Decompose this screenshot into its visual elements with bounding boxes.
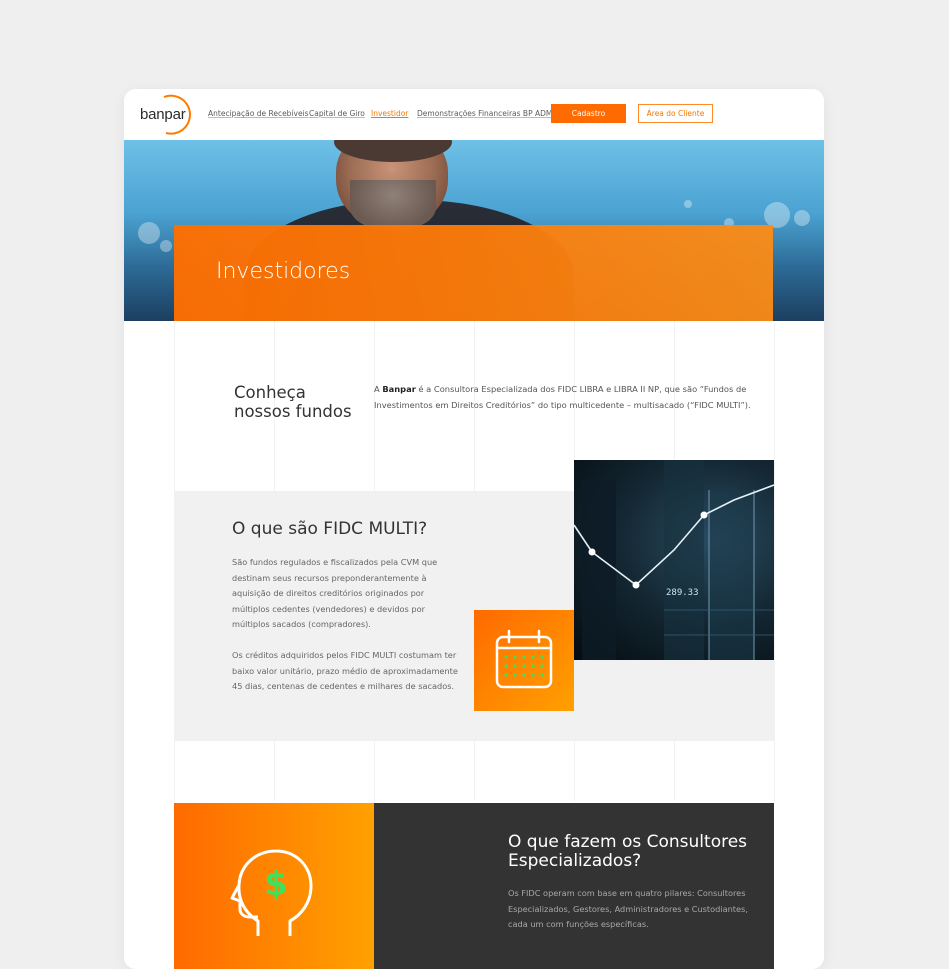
funds-title-line2: nossos fundos bbox=[234, 402, 352, 421]
funds-title: Conheça nossos fundos bbox=[234, 383, 352, 421]
nav-link-antecipacao[interactable]: Antecipação de Recebíveis bbox=[208, 109, 309, 118]
top-navbar: banpar Antecipação de Recebíveis Capital… bbox=[124, 89, 824, 140]
calendar-icon bbox=[495, 629, 553, 689]
line-chart-icon: 289.33 bbox=[574, 460, 774, 660]
svg-text:$: $ bbox=[264, 864, 288, 904]
consultores-title: O que fazem os Consultores Especializado… bbox=[508, 832, 748, 871]
bokeh-light bbox=[794, 210, 810, 226]
cadastro-button[interactable]: Cadastro bbox=[551, 104, 626, 123]
hero-title: Investidores bbox=[216, 259, 351, 284]
hero-title-box: Investidores bbox=[174, 225, 773, 321]
consultores-paragraph-1: Os FIDC operam com base em quatro pilare… bbox=[508, 888, 748, 929]
consultores-section: $ O que fazem os Consultores Especializa… bbox=[174, 803, 774, 969]
main-content: Conheça nossos fundos A Banpar é a Consu… bbox=[124, 321, 824, 969]
calendar-tile bbox=[474, 610, 574, 711]
financial-chart-image: 289.33 bbox=[574, 460, 774, 660]
grid-guide bbox=[774, 321, 775, 801]
fidc-paragraph-2: Os créditos adquiridos pelos FIDC MULTI … bbox=[232, 650, 458, 691]
head-dollar-icon: $ bbox=[230, 849, 313, 936]
banpar-logo[interactable]: banpar bbox=[136, 93, 196, 135]
area-cliente-button[interactable]: Área do Cliente bbox=[638, 104, 713, 123]
fidc-paragraph-1: São fundos regulados e fiscalizados pela… bbox=[232, 557, 438, 629]
funds-text-post: é a Consultora Especializada dos FIDC LI… bbox=[374, 384, 751, 410]
funds-title-line1: Conheça bbox=[234, 383, 306, 402]
bokeh-light bbox=[160, 240, 172, 252]
bokeh-light bbox=[138, 222, 160, 244]
head-dollar-tile: $ bbox=[174, 803, 374, 969]
funds-description: A Banpar é a Consultora Especializada do… bbox=[374, 382, 774, 413]
nav-link-capital-de-giro[interactable]: Capital de Giro bbox=[309, 109, 365, 118]
fidc-title: O que são FIDC MULTI? bbox=[232, 519, 428, 539]
nav-link-demonstracoes[interactable]: Demonstrações Financeiras BP ADM bbox=[417, 109, 552, 118]
nav-link-investidor[interactable]: Investidor bbox=[371, 109, 408, 118]
bokeh-light bbox=[684, 200, 692, 208]
chart-value-label: 289.33 bbox=[666, 588, 699, 598]
fidc-description: São fundos regulados e fiscalizados pela… bbox=[232, 555, 462, 695]
hero-person-beard bbox=[350, 180, 436, 230]
hero-banner: Investidores bbox=[124, 140, 824, 321]
logo-text: banpar bbox=[140, 106, 186, 123]
funds-text-brand: Banpar bbox=[382, 384, 416, 394]
page-card: banpar Antecipação de Recebíveis Capital… bbox=[124, 89, 824, 969]
